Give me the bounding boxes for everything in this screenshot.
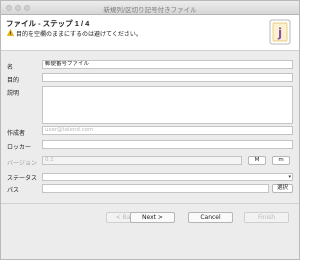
path-label: パス xyxy=(7,187,20,194)
name-label: 名 xyxy=(7,64,14,71)
description-label: 説明 xyxy=(7,90,20,97)
file-delimited-icon: j xyxy=(269,19,291,45)
version-minor-button[interactable]: m xyxy=(272,156,290,165)
window-title: 新規列/区切り記号付きファイル xyxy=(103,6,197,14)
name-field[interactable]: 郵便番号ファイル xyxy=(42,60,293,69)
locker-label: ロッカー xyxy=(7,144,32,151)
cancel-button[interactable]: Cancel xyxy=(188,212,233,223)
browse-path-button[interactable]: 選択 xyxy=(272,184,293,193)
chevron-down-icon: ▾ xyxy=(288,174,291,180)
author-label: 作成者 xyxy=(7,130,26,137)
next-button[interactable]: Next > xyxy=(130,212,175,223)
status-select[interactable]: ▾ xyxy=(42,173,293,181)
warning-message: 目的を空欄のままにするのは避けてください。 xyxy=(16,31,142,38)
locker-field[interactable] xyxy=(42,140,293,149)
purpose-field[interactable] xyxy=(42,73,293,82)
status-label: ステータス xyxy=(7,175,38,182)
wizard-form: 名 郵便番号ファイル 目的 説明 作成者 user@talend.com ロッカ… xyxy=(1,51,299,226)
author-field[interactable]: user@talend.com xyxy=(42,126,293,135)
version-label: バージョン xyxy=(7,160,37,167)
warning-icon xyxy=(7,29,14,36)
wizard-step-title: ファイル - ステップ 1 / 4 xyxy=(6,19,90,28)
footer-divider xyxy=(1,203,299,204)
finish-button[interactable]: Finish xyxy=(244,212,289,223)
wizard-window: 新規列/区切り記号付きファイル ファイル - ステップ 1 / 4 目的を空欄の… xyxy=(0,0,300,260)
wizard-header: ファイル - ステップ 1 / 4 目的を空欄のままにするのは避けてください。 … xyxy=(1,15,299,51)
version-major-button[interactable]: M xyxy=(248,156,266,165)
description-textarea[interactable] xyxy=(42,86,293,124)
path-field[interactable] xyxy=(42,184,269,193)
title-bar: 新規列/区切り記号付きファイル xyxy=(1,1,299,15)
purpose-label: 目的 xyxy=(7,77,20,84)
svg-text:j: j xyxy=(277,26,282,40)
version-field: 0.1 xyxy=(42,156,242,165)
